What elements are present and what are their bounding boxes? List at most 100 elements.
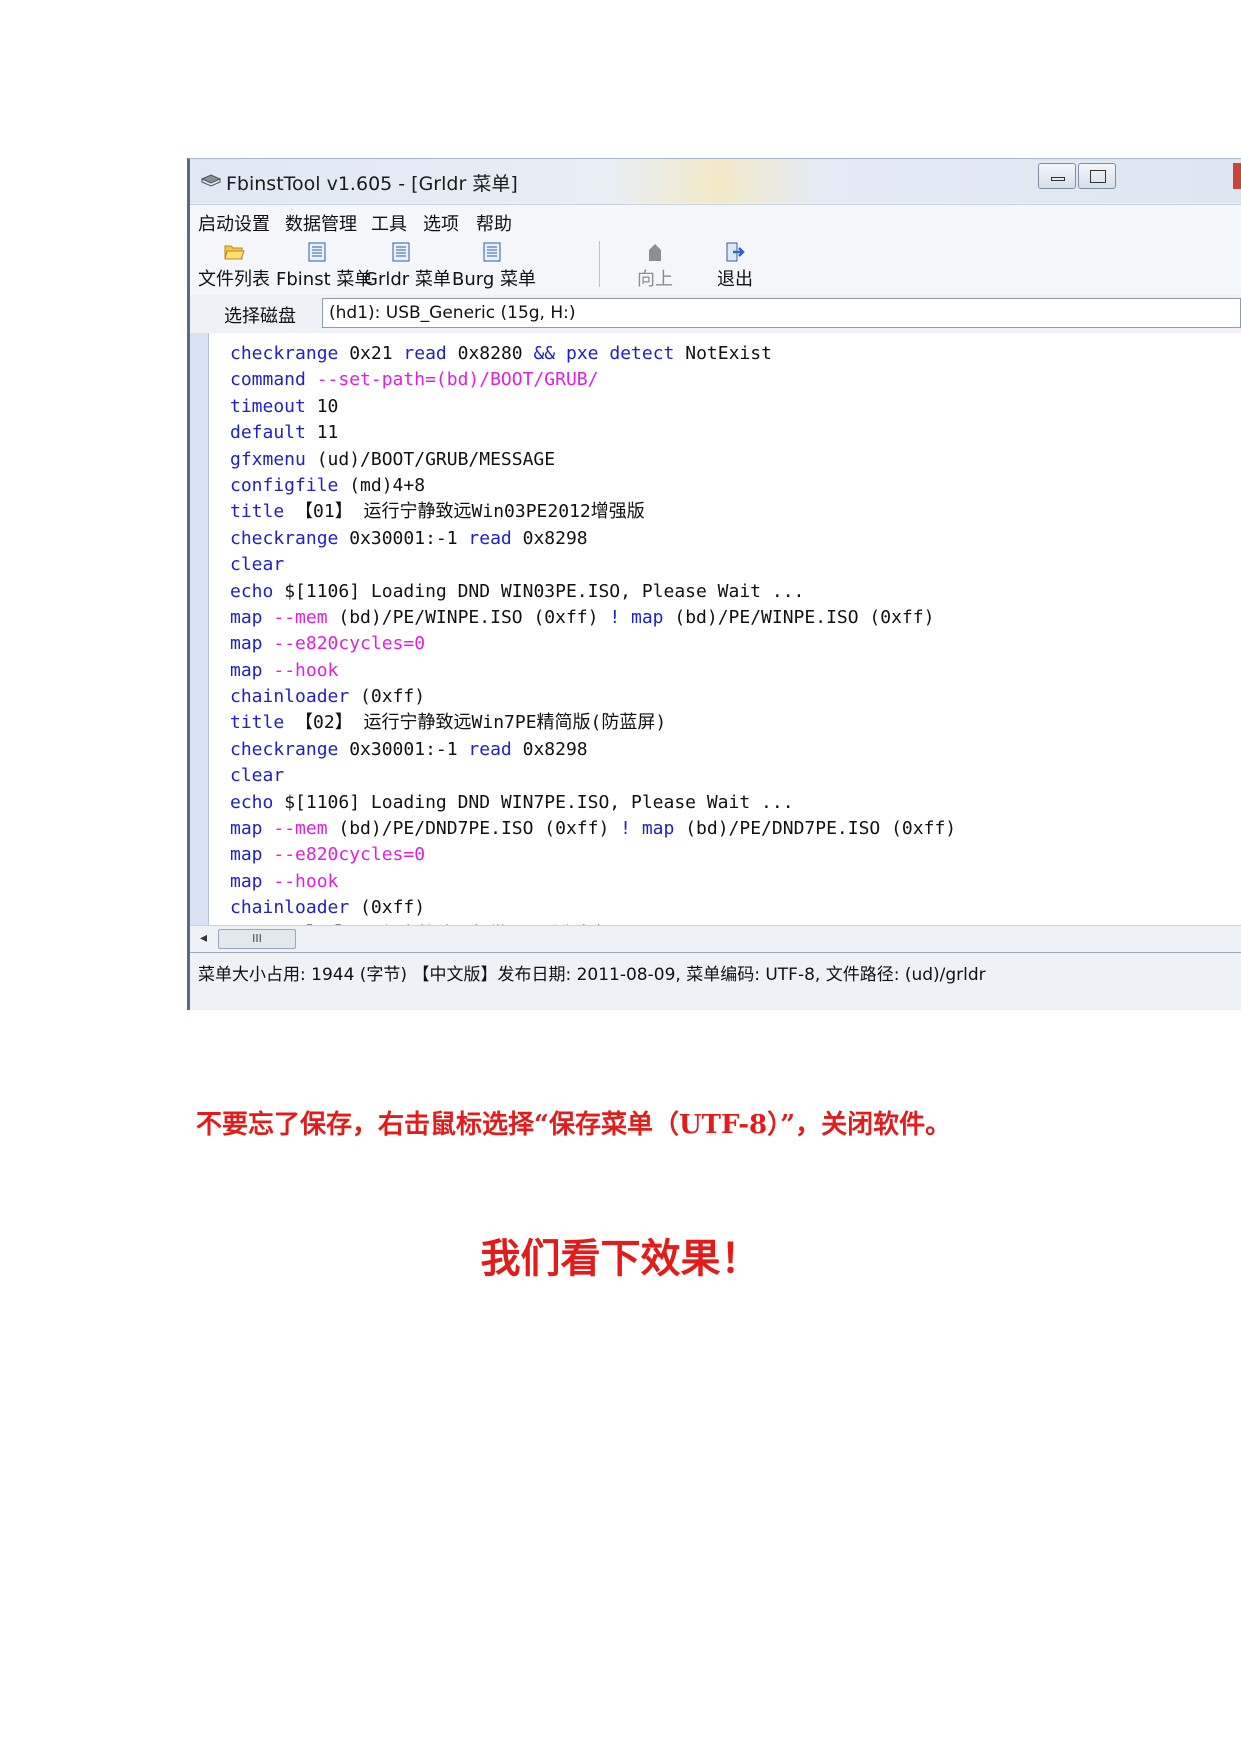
code-text-segment [599,343,610,364]
code-line: command --set-path=(bd)/BOOT/GRUB/ [230,367,956,393]
code-keyword: ! [620,818,631,840]
file-list-button[interactable]: 文件列表 [196,241,272,291]
menu-data-management[interactable]: 数据管理 [285,210,357,236]
code-text-segment [631,818,642,839]
code-line: checkrange 0x30001:-1 read 0x8298 [230,526,956,552]
code-keyword: checkrange [230,343,339,364]
folder-icon [224,245,245,260]
toolbar-separator [599,241,600,287]
up-label: 向上 [637,269,673,290]
code-keyword: chainloader [230,897,350,919]
exit-icon [726,242,745,262]
code-keyword: ! [609,606,621,628]
code-text-segment: (bd)/PE/DND7PE.ISO (0xff) [327,818,621,840]
code-line: clear [230,552,956,578]
code-line: map --hook [230,658,956,684]
code-keyword: map [230,659,263,681]
code-keyword: map [230,870,263,892]
menu-boot-settings[interactable]: 启动设置 [198,210,270,236]
code-text-segment: 0x21 [338,343,404,364]
code-line: title 【01】 运行宁静致远Win03PE2012增强版 [230,499,956,525]
exit-label: 退出 [717,269,753,290]
code-line: title 【02】 运行宁静致远Win7PE精简版(防蓝屏) [230,710,956,736]
code-line: echo $[1106] Loading DND WIN03PE.ISO, Pl… [230,579,956,605]
code-line: echo $[1106] Loading DND WIN7PE.ISO, Ple… [230,790,956,816]
code-keyword: map [230,633,263,655]
up-button[interactable]: 向上 [630,241,680,291]
code-text-segment: (ud)/BOOT/GRUB/MESSAGE [305,448,556,470]
code-option: --mem [262,606,328,628]
minimize-icon [1051,177,1065,181]
code-line: checkrange 0x21 read 0x8280 && pxe detec… [230,341,956,367]
code-option: --e820cycles=0 [262,844,426,866]
code-line: chainloader (0xff) [230,684,956,710]
code-keyword: gfxmenu [230,448,306,470]
code-keyword: echo [230,791,274,813]
code-text[interactable]: checkrange 0x21 read 0x8280 && pxe detec… [230,341,956,948]
scrollbar-thumb[interactable]: III [218,929,296,949]
code-text-segment: (md)4+8 [338,474,426,496]
code-keyword: command [230,369,306,391]
menu-options[interactable]: 选项 [423,210,459,236]
fbinst-menu-label: Fbinst 菜单 [276,269,373,290]
code-text-segment: 0x30001:-1 [338,738,469,760]
code-text-segment: NotExist [674,343,772,364]
menu-tools[interactable]: 工具 [371,210,407,236]
exit-button[interactable]: 退出 [710,241,760,291]
menu-help[interactable]: 帮助 [476,210,512,236]
code-line: checkrange 0x30001:-1 read 0x8298 [230,737,956,763]
code-keyword: map [230,818,263,840]
code-text-segment: $[1106] Loading DND WIN03PE.ISO, Please … [273,580,805,602]
fbinst-menu-button[interactable]: Fbinst 菜单 [276,241,373,291]
code-line: clear [230,763,956,789]
code-keyword: chainloader [230,686,350,708]
code-text-segment: $[1106] Loading DND WIN7PE.ISO, Please W… [273,791,794,813]
save-instruction: 不要忘了保存，右击鼠标选择“保存菜单（UTF-8）”，关闭软件。 [196,1110,952,1140]
code-keyword: read [403,343,447,364]
grldr-menu-label: Grldr 菜单 [364,269,451,290]
burg-menu-button[interactable]: Burg 菜单 [452,241,536,291]
code-line: default 11 [230,420,956,446]
minimize-button[interactable] [1038,163,1076,189]
status-text: 菜单大小占用: 1944 (字节) 【中文版】发布日期: 2011-08-09,… [198,965,986,985]
code-keyword: clear [230,554,285,576]
fbinsttool-window: FbinstTool v1.605 - [Grldr 菜单] 启动设置 数据管理… [187,158,1241,1010]
code-text-segment: 【01】 运行宁静致远Win03PE2012增强版 [284,501,645,523]
code-option: --hook [262,659,339,681]
code-option: --e820cycles=0 [262,633,426,655]
toolbar: 文件列表 Fbinst 菜单 Grldr 菜单 Burg 菜单 向上 退出 [190,237,1241,295]
code-option: --set-path=(bd)/BOOT/GRUB/ [305,369,599,391]
title-bar[interactable]: FbinstTool v1.605 - [Grldr 菜单] [190,159,1241,203]
disk-select-label: 选择磁盘 [224,306,296,327]
code-text-segment: (0xff) [349,897,426,919]
code-text-segment: (bd)/PE/WINPE.ISO (0xff) [663,606,935,628]
code-option: --mem [262,818,328,840]
grldr-menu-button[interactable]: Grldr 菜单 [364,241,451,291]
menu-editor[interactable]: checkrange 0x21 read 0x8280 && pxe detec… [190,333,1241,945]
code-text-segment: 0x8298 [511,738,588,760]
code-line: map --hook [230,869,956,895]
scroll-left-icon[interactable]: ◂ [200,930,207,946]
maximize-button[interactable] [1078,163,1116,189]
code-option: --hook [262,870,339,892]
close-button[interactable] [1233,163,1241,189]
code-line: map --e820cycles=0 [230,631,956,657]
code-keyword: detect [609,343,675,364]
code-keyword: map [230,844,263,866]
menu-bar: 启动设置 数据管理 工具 选项 帮助 [190,204,1241,238]
file-list-label: 文件列表 [198,269,270,290]
code-keyword: checkrange [230,738,339,760]
status-bar: 菜单大小占用: 1944 (字节) 【中文版】发布日期: 2011-08-09,… [190,952,1241,1010]
disk-select-dropdown[interactable]: (hd1): USB_Generic (15g, H:) [322,298,1241,328]
code-keyword: echo [230,580,274,602]
horizontal-scrollbar[interactable]: ◂ III [190,925,1241,952]
code-line: map --mem (bd)/PE/DND7PE.ISO (0xff) ! ma… [230,816,956,842]
code-keyword: clear [230,765,285,787]
code-line: timeout 10 [230,394,956,420]
code-text-segment [555,343,566,364]
code-keyword: map [230,606,263,628]
code-keyword: && [533,343,556,364]
code-line: gfxmenu (ud)/BOOT/GRUB/MESSAGE [230,447,956,473]
disk-drive-icon [200,174,222,187]
code-keyword: configfile [230,474,339,496]
